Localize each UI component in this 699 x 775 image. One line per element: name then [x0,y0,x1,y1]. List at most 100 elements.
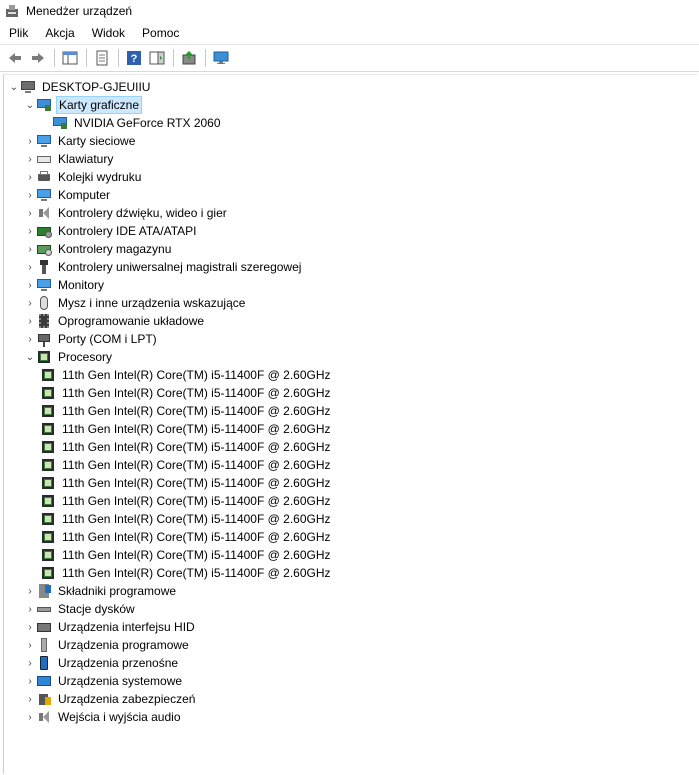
category-label: Stacje dysków [58,602,135,616]
help-icon: ? [127,51,141,65]
chevron-right-icon[interactable]: › [24,312,36,330]
title-bar: Menedżer urządzeń [0,0,699,22]
menu-plik[interactable]: Plik [0,22,36,44]
update-driver-button[interactable] [178,47,200,69]
gpu-label: NVIDIA GeForce RTX 2060 [74,116,221,130]
tree-item-system-devices[interactable]: › Urządzenia systemowe [24,672,184,690]
storage-controller-icon [36,241,52,257]
tree-item-processor[interactable]: 11th Gen Intel(R) Core(TM) i5-11400F @ 2… [40,366,333,384]
tree-item-processor[interactable]: 11th Gen Intel(R) Core(TM) i5-11400F @ 2… [40,510,333,528]
chevron-right-icon[interactable]: › [24,186,36,204]
tree-item-processor[interactable]: 11th Gen Intel(R) Core(TM) i5-11400F @ 2… [40,564,333,582]
category-label: Urządzenia interfejsu HID [58,620,195,634]
chevron-right-icon[interactable]: › [24,636,36,654]
chevron-right-icon[interactable]: › [24,654,36,672]
tree-item-print-queues[interactable]: › Kolejki wydruku [24,168,143,186]
tree-item-security-devices[interactable]: › Urządzenia zabezpieczeń [24,690,197,708]
tree-item-processor[interactable]: 11th Gen Intel(R) Core(TM) i5-11400F @ 2… [40,528,333,546]
help-button[interactable]: ? [123,47,145,69]
chevron-right-icon[interactable]: › [24,204,36,222]
processor-label: 11th Gen Intel(R) Core(TM) i5-11400F @ 2… [62,476,331,490]
chevron-down-icon[interactable]: ⌄ [24,96,36,114]
category-label: Kontrolery dźwięku, wideo i gier [58,206,227,220]
chevron-right-icon[interactable]: › [24,168,36,186]
tree-item-processor[interactable]: 11th Gen Intel(R) Core(TM) i5-11400F @ 2… [40,474,333,492]
menu-akcja[interactable]: Akcja [36,22,82,44]
forward-button[interactable] [27,47,49,69]
chevron-right-icon[interactable]: › [24,330,36,348]
tree-item-sound-controllers[interactable]: › Kontrolery dźwięku, wideo i gier [24,204,229,222]
tree-item-software-components[interactable]: › Składniki programowe [24,582,178,600]
monitor-icon [36,277,52,293]
chevron-right-icon[interactable]: › [24,150,36,168]
tree-item-processor[interactable]: 11th Gen Intel(R) Core(TM) i5-11400F @ 2… [40,420,333,438]
processor-label: 11th Gen Intel(R) Core(TM) i5-11400F @ 2… [62,422,331,436]
chevron-right-icon[interactable]: › [24,618,36,636]
tree-item-gpu[interactable]: NVIDIA GeForce RTX 2060 [52,114,223,132]
chevron-right-icon[interactable]: › [24,690,36,708]
show-hide-console-tree-button[interactable] [59,47,81,69]
processor-label: 11th Gen Intel(R) Core(TM) i5-11400F @ 2… [62,440,331,454]
processor-icon [40,421,56,437]
tree-item-processor[interactable]: 11th Gen Intel(R) Core(TM) i5-11400F @ 2… [40,456,333,474]
chevron-right-icon[interactable]: › [24,240,36,258]
tree-item-usb-controllers[interactable]: › Kontrolery uniwersalnej magistrali sze… [24,258,303,276]
usb-icon [36,259,52,275]
properties-button[interactable] [91,47,113,69]
chevron-right-icon[interactable]: › [24,582,36,600]
processor-icon [40,403,56,419]
processor-icon [40,385,56,401]
tree-item-hid-devices[interactable]: › Urządzenia interfejsu HID [24,618,197,636]
chevron-right-icon[interactable]: › [24,222,36,240]
tree-item-keyboards[interactable]: › Klawiatury [24,150,115,168]
chevron-right-icon[interactable]: › [24,276,36,294]
category-label: Wejścia i wyjścia audio [58,710,181,724]
scan-hardware-button[interactable] [210,47,232,69]
menu-pomoc[interactable]: Pomoc [133,22,187,44]
tree-item-network-adapters[interactable]: › Karty sieciowe [24,132,137,150]
tree-item-software-devices[interactable]: › Urządzenia programowe [24,636,191,654]
chevron-right-icon[interactable]: › [24,600,36,618]
processor-icon [40,511,56,527]
printer-icon [36,169,52,185]
firmware-chip-icon [36,313,52,329]
toolbar-separator [173,49,174,67]
chevron-right-icon[interactable]: › [24,294,36,312]
category-label: Mysz i inne urządzenia wskazujące [58,296,246,310]
category-label: Urządzenia zabezpieczeń [58,692,196,706]
category-label: Składniki programowe [58,584,177,598]
tree-item-monitors[interactable]: › Monitory [24,276,106,294]
tree-item-storage-controllers[interactable]: › Kontrolery magazynu [24,240,173,258]
tree-item-processor[interactable]: 11th Gen Intel(R) Core(TM) i5-11400F @ 2… [40,492,333,510]
tree-item-processor[interactable]: 11th Gen Intel(R) Core(TM) i5-11400F @ 2… [40,402,333,420]
chevron-right-icon[interactable]: › [24,258,36,276]
tree-item-mice[interactable]: › Mysz i inne urządzenia wskazujące [24,294,247,312]
tree-item-disk-drives[interactable]: › Stacje dysków [24,600,137,618]
tree-item-audio-io[interactable]: › Wejścia i wyjścia audio [24,708,183,726]
processor-label: 11th Gen Intel(R) Core(TM) i5-11400F @ 2… [62,548,331,562]
tree-item-computer[interactable]: › Komputer [24,186,112,204]
tree-item-processor[interactable]: 11th Gen Intel(R) Core(TM) i5-11400F @ 2… [40,546,333,564]
tree-item-processor[interactable]: 11th Gen Intel(R) Core(TM) i5-11400F @ 2… [40,438,333,456]
processor-icon [40,547,56,563]
chevron-right-icon[interactable]: › [24,708,36,726]
chevron-down-icon[interactable]: ⌄ [8,78,20,96]
chevron-down-icon[interactable]: ⌄ [24,348,36,366]
tree-item-ide-controllers[interactable]: › Kontrolery IDE ATA/ATAPI [24,222,199,240]
tree-item-processor[interactable]: 11th Gen Intel(R) Core(TM) i5-11400F @ 2… [40,384,333,402]
menu-bar: Plik Akcja Widok Pomoc [0,22,699,44]
tree-item-processors[interactable]: ⌄ Procesory [24,348,114,366]
back-button[interactable] [4,47,26,69]
root-label: DESKTOP-GJEUIIU [42,80,151,94]
processors-label: Procesory [58,350,113,364]
chevron-right-icon[interactable]: › [24,132,36,150]
action-pane-button[interactable] [146,47,168,69]
tree-item-ports[interactable]: › Porty (COM i LPT) [24,330,159,348]
chevron-right-icon[interactable]: › [24,672,36,690]
tree-item-display-adapters[interactable]: ⌄ Karty graficzne [24,96,143,114]
tree-item-portable-devices[interactable]: › Urządzenia przenośne [24,654,180,672]
tree-item-firmware[interactable]: › Oprogramowanie układowe [24,312,206,330]
category-label: Monitory [58,278,105,292]
tree-root[interactable]: ⌄ DESKTOP-GJEUIIU [8,78,152,96]
menu-widok[interactable]: Widok [83,22,133,44]
